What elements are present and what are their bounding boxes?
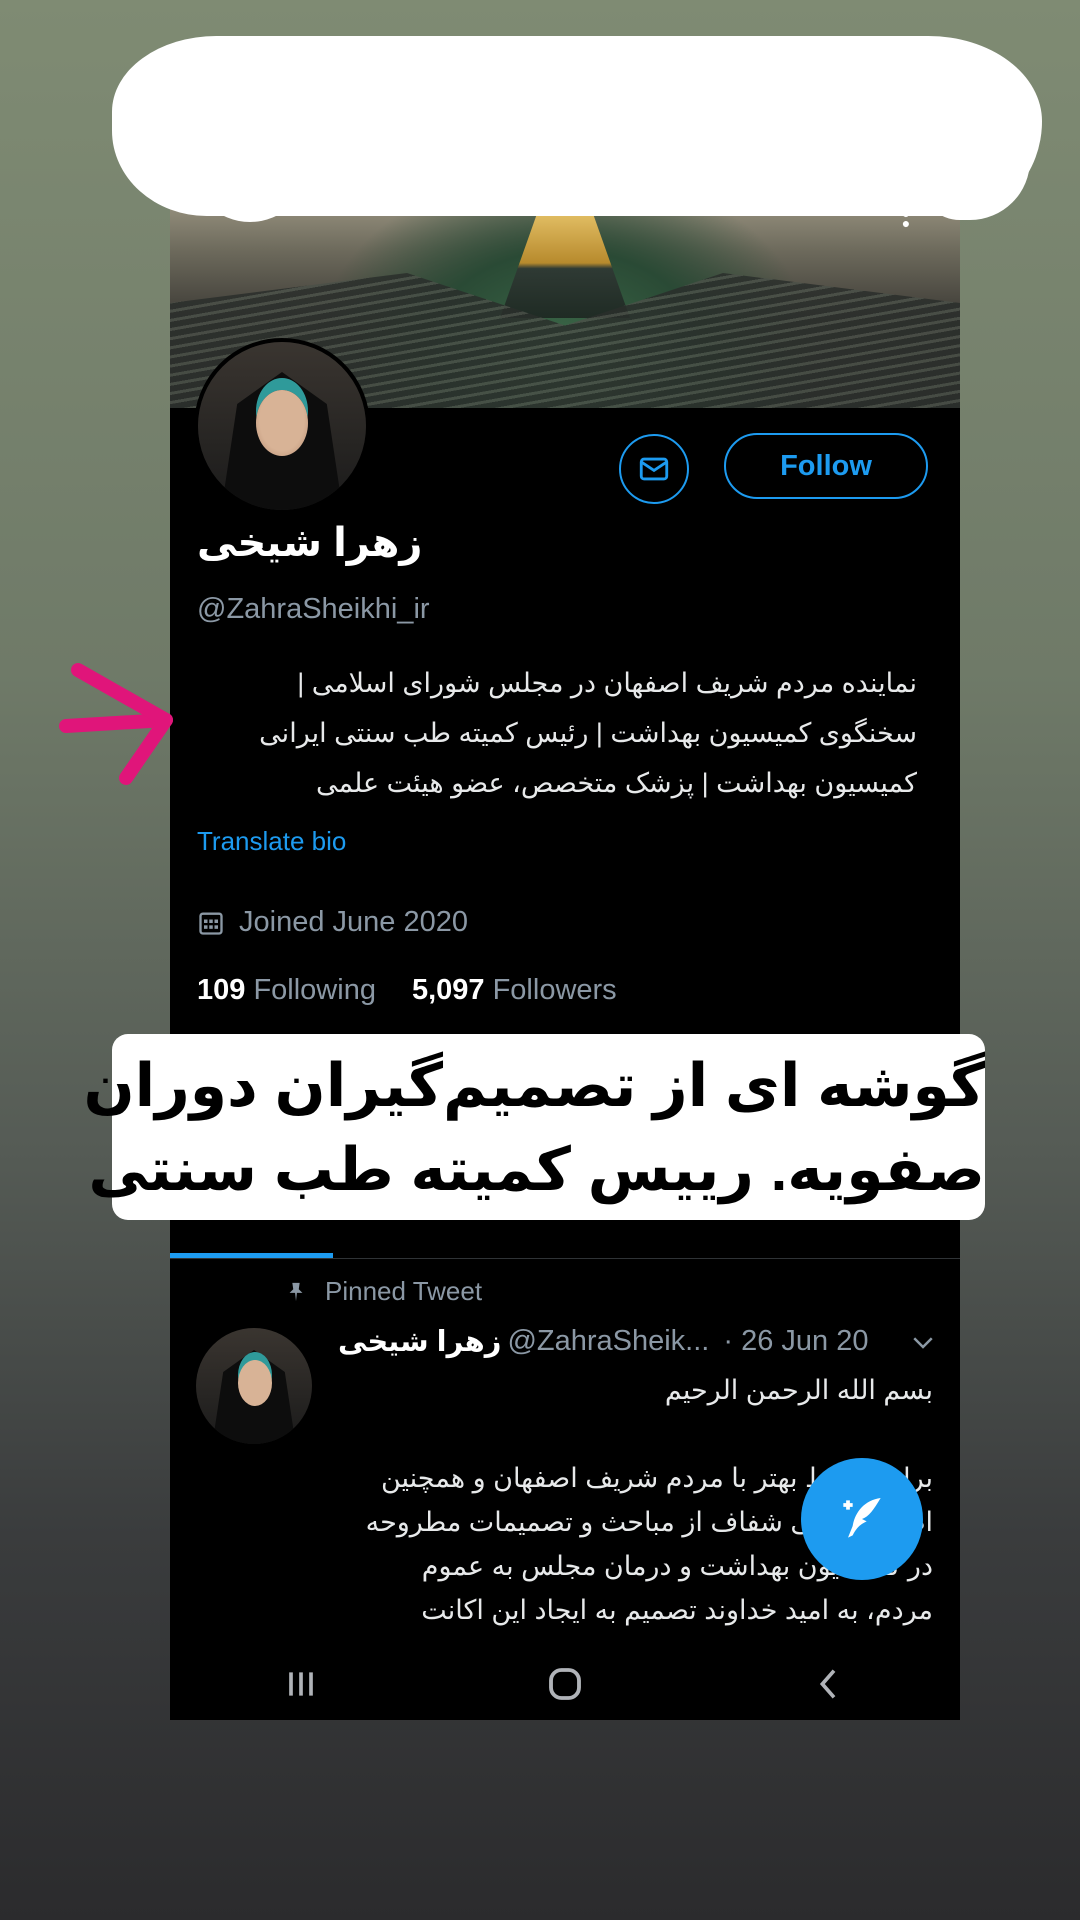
compose-icon [843, 1498, 881, 1538]
system-navbar [170, 1648, 960, 1720]
follow-button[interactable]: Follow [724, 433, 928, 499]
followers-link[interactable]: 5,097 Followers [412, 974, 617, 1007]
tweet-date: · 26 Jun 20 [723, 1325, 869, 1357]
bio-line: نماینده مردم شریف اصفهان در مجلس شورای ا… [297, 668, 917, 698]
mail-icon [639, 457, 669, 481]
avatar-face [238, 1360, 272, 1406]
bio-line: سخنگوی کمیسیون بهداشت | رئیس کمیته طب سن… [259, 718, 917, 748]
banner-podium [500, 208, 630, 318]
recents-icon[interactable] [281, 1664, 321, 1704]
pinned-tweet-label: Pinned Tweet [285, 1276, 482, 1307]
message-button[interactable] [619, 434, 689, 504]
caption-line: صفویه. رییس کمیته طب سنتی [88, 1136, 985, 1203]
compose-button[interactable] [801, 1458, 923, 1580]
story-caption: گوشه ای از تصمیم‌گیران دوران صفویه. رییس… [83, 1034, 985, 1220]
pinned-text: Pinned Tweet [325, 1276, 483, 1306]
caption-line: گوشه ای از تصمیم‌گیران دوران [83, 1052, 985, 1119]
tweet-author[interactable]: زهرا شیخی [338, 1324, 501, 1359]
pin-icon [289, 1282, 303, 1301]
followers-count: 5,097 [411, 974, 485, 1006]
home-icon[interactable] [544, 1663, 586, 1705]
tweet-header: زهرا شیخی @ZahraSheik... · 26 Jun 20 [338, 1324, 938, 1359]
tweet-line: بسم الله الرحمن الرحیم [664, 1375, 933, 1405]
avatar-face [256, 390, 308, 456]
calendar-icon [199, 912, 223, 935]
phone-screen: ●●● Follow زهرا شیخی @ZahraSheikhi_ir نم… [170, 58, 960, 1720]
profile-bio: نماینده مردم شریف اصفهان در مجلس شورای ا… [197, 658, 917, 808]
tweet-line: مردم، به امید خداوند تصمیم به ایجاد این … [421, 1595, 933, 1625]
tab-divider [170, 1258, 960, 1259]
back-icon[interactable] [809, 1664, 849, 1704]
following-count: 109 [197, 974, 246, 1006]
following-label: Following [253, 974, 376, 1006]
profile-name: زهرا شیخی [197, 521, 423, 565]
followers-label: Followers [492, 974, 617, 1006]
tweet-line [338, 1412, 933, 1456]
joined-date: Joined June 2020 [197, 906, 468, 939]
annotation-arrow-icon [59, 663, 173, 785]
tweet-avatar[interactable] [196, 1328, 312, 1444]
avatar[interactable] [194, 338, 370, 514]
bio-line: کمیسیون بهداشت | پزشک متخصص، عضو هیئت عل… [315, 768, 917, 798]
following-link[interactable]: 109 Following [197, 974, 376, 1007]
chevron-down-icon[interactable] [908, 1327, 938, 1357]
joined-text: Joined June 2020 [239, 906, 468, 938]
translate-bio-link[interactable]: Translate bio [197, 826, 346, 857]
redaction-mark [920, 150, 1030, 220]
profile-handle: @ZahraSheikhi_ir [197, 593, 430, 625]
profile-stats: 109 Following 5,097 Followers [197, 974, 617, 1007]
tweet-handle: @ZahraSheik... [507, 1325, 710, 1357]
